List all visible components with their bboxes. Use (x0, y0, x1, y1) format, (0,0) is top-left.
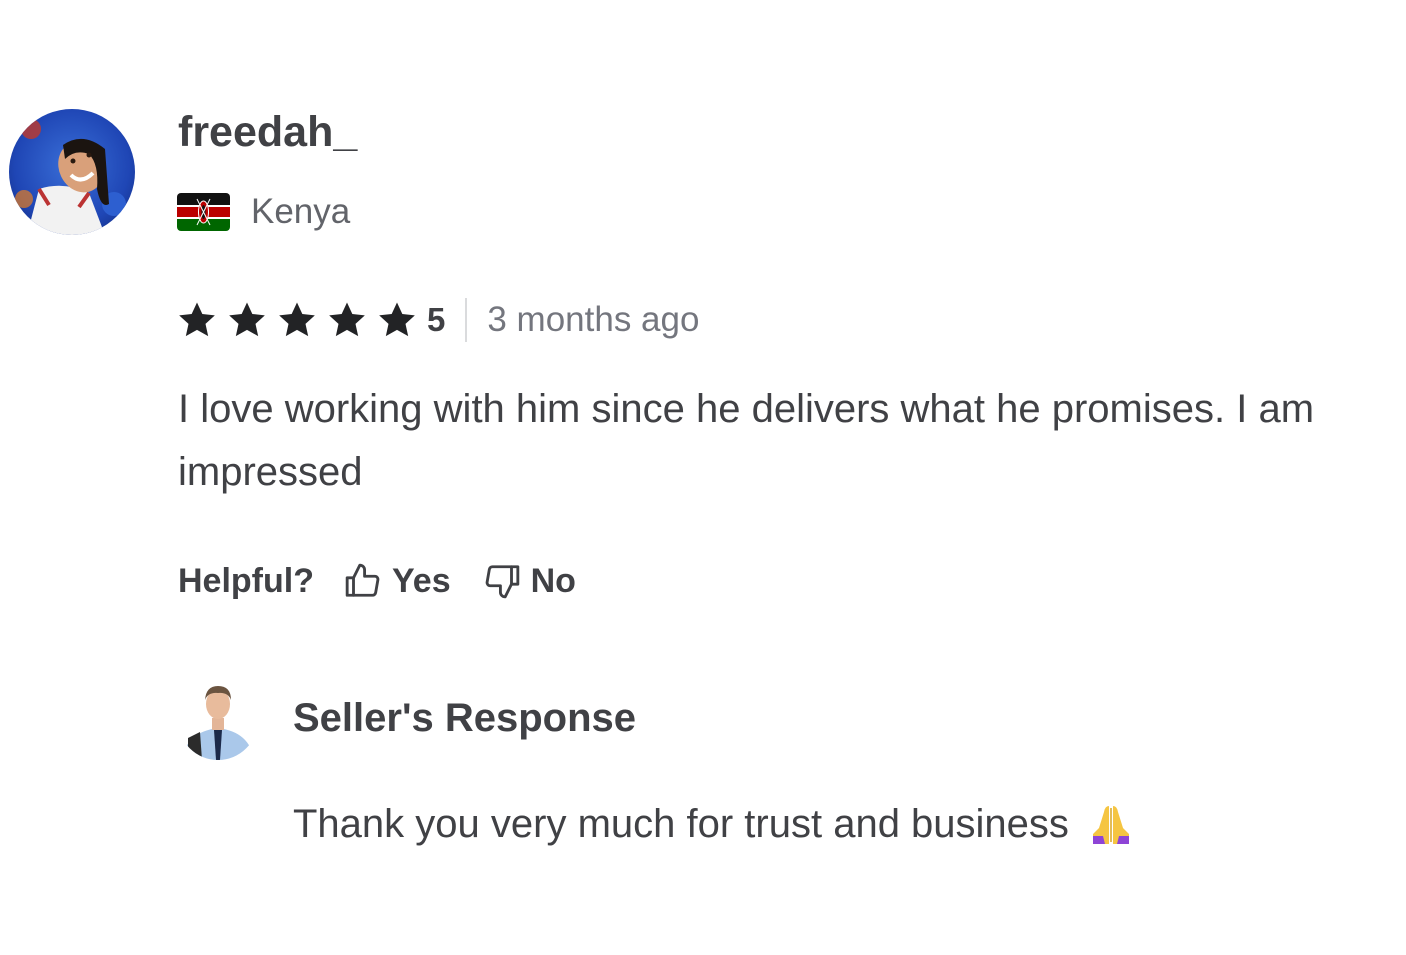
star-icon (279, 302, 315, 337)
review-text: I love working with him since he deliver… (178, 387, 1315, 494)
helpful-label: Helpful? (178, 561, 314, 600)
country-name: Kenya (251, 192, 351, 231)
star-icon (179, 302, 215, 337)
helpful-row: Helpful? Yes No (178, 556, 608, 606)
rating-row: 5 3 months ago (177, 296, 699, 344)
seller-response-title: Seller's Response (293, 696, 637, 740)
kenya-flag-icon (177, 193, 230, 231)
helpful-yes-label: Yes (391, 561, 451, 600)
review-time-ago: 3 months ago (487, 300, 700, 339)
star-icon (379, 302, 415, 337)
helpful-no-label: No (530, 561, 576, 600)
rating-value: 5 (427, 301, 446, 338)
helpful-no-button[interactable]: No (483, 562, 576, 601)
thumbs-down-icon (485, 565, 519, 599)
star-icon (329, 302, 365, 337)
star-rating (177, 300, 427, 340)
seller-response-message: Thank you very much for trust and busine… (293, 802, 1069, 846)
thumbs-up-icon (345, 563, 380, 597)
rating-divider (465, 298, 468, 342)
seller-response-text: Thank you very much for trust and busine… (293, 796, 1133, 852)
reviewer-username[interactable]: freedah_ (178, 106, 357, 158)
folded-hands-emoji-icon (1092, 806, 1129, 844)
reviewer-avatar[interactable] (9, 109, 135, 235)
star-icon (229, 302, 265, 337)
seller-avatar[interactable] (178, 680, 258, 760)
reviewer-country: Kenya (177, 188, 350, 236)
helpful-yes-button[interactable]: Yes (344, 562, 451, 601)
